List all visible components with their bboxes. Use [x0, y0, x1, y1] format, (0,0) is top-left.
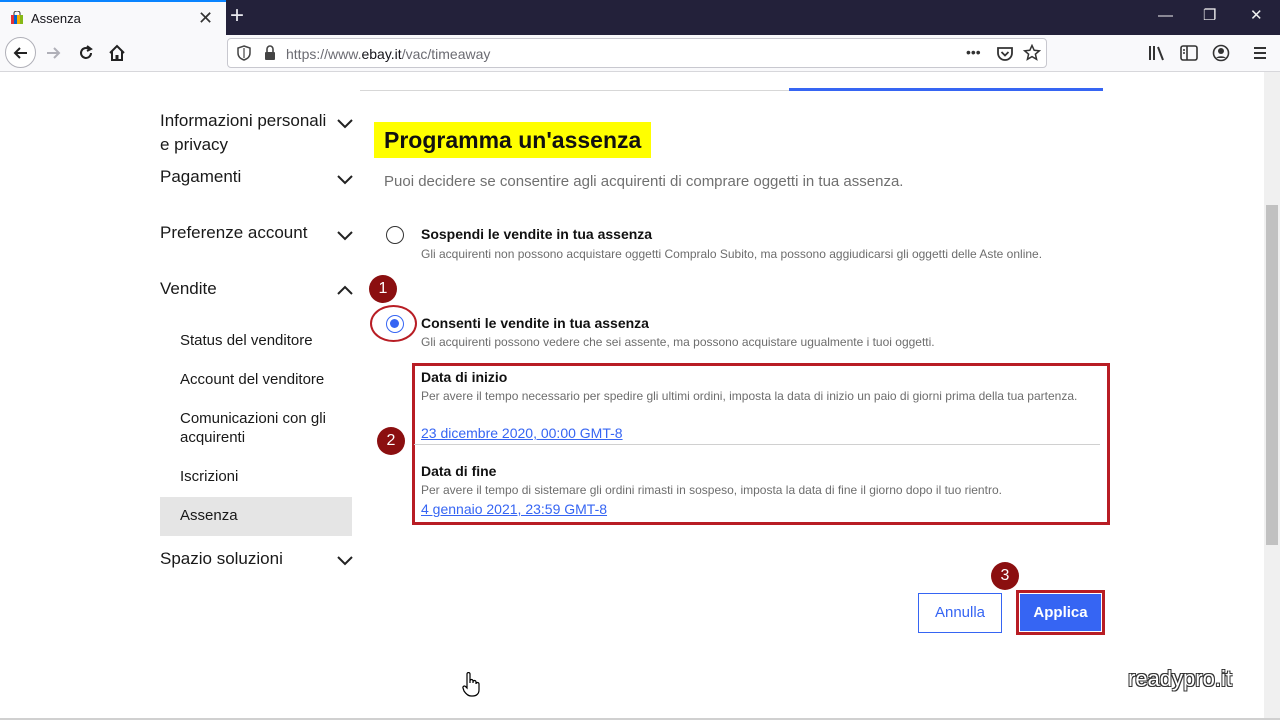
watermark: readypro.it: [1128, 666, 1232, 691]
cancel-button[interactable]: Annulla: [918, 593, 1002, 633]
step-marker-1: 1: [369, 275, 397, 303]
sidebar-item-payments[interactable]: Pagamenti: [160, 165, 241, 189]
sidebar-subitem-subscriptions[interactable]: Iscrizioni: [180, 467, 238, 486]
close-tab-icon[interactable]: ✕: [198, 7, 213, 29]
navigation-toolbar: https://www.ebay.it/vac/timeaway •••: [0, 35, 1280, 72]
pocket-icon[interactable]: [996, 45, 1014, 63]
reload-icon[interactable]: [77, 44, 95, 62]
sidebar-item-label: Preferenze account: [160, 223, 308, 242]
sidebar-item-solutions[interactable]: Spazio soluzioni: [160, 547, 283, 571]
tab-strip: Assenza ✕ + — ❐ ✕: [0, 0, 1280, 35]
forward-icon[interactable]: [44, 44, 62, 62]
sidebar-item-personal-info[interactable]: Informazioni personali e privacy: [160, 109, 326, 157]
sidebar-toggle-icon[interactable]: [1180, 45, 1198, 61]
section-tab-active-indicator: [789, 88, 1103, 91]
radio-selected-dot: [390, 319, 399, 328]
close-window-icon[interactable]: ✕: [1250, 6, 1263, 26]
menu-icon[interactable]: [1252, 45, 1268, 61]
sidebar-subitem-seller-account[interactable]: Account del venditore: [180, 370, 324, 389]
sidebar-item-label: Informazioni personali e privacy: [160, 111, 327, 154]
arrow-left-icon: [13, 47, 27, 59]
step-marker-3: 3: [991, 562, 1019, 590]
shield-icon[interactable]: [236, 45, 252, 61]
hand-cursor-icon: [462, 672, 480, 697]
restore-icon[interactable]: ❐: [1203, 6, 1216, 26]
chevron-down-icon[interactable]: [336, 174, 354, 186]
bookmark-star-icon[interactable]: [1023, 44, 1041, 62]
radio-suspend-sales[interactable]: [386, 226, 404, 244]
sidebar-item-label: Spazio soluzioni: [160, 549, 283, 568]
sidebar-item-label: Pagamenti: [160, 167, 242, 186]
sidebar-subitem-buyer-communications[interactable]: Comunicazioni con gli acquirenti: [180, 409, 326, 447]
sidebar-item-account-preferences[interactable]: Preferenze account: [160, 221, 307, 245]
start-date-link[interactable]: 23 dicembre 2020, 00:00 GMT-8: [421, 425, 623, 441]
start-date-title: Data di inizio: [421, 369, 508, 385]
chevron-down-icon[interactable]: [336, 230, 354, 242]
end-date-desc: Per avere il tempo di sistemare gli ordi…: [421, 483, 1002, 497]
url-text: https://www.ebay.it/vac/timeaway: [286, 46, 491, 62]
account-icon[interactable]: [1212, 44, 1230, 62]
divider: [414, 444, 1100, 445]
scrollbar-thumb[interactable]: [1266, 205, 1278, 545]
end-date-title: Data di fine: [421, 463, 497, 479]
sidebar-subitem-seller-status[interactable]: Status del venditore: [180, 331, 313, 350]
intro-text: Puoi decidere se consentire agli acquire…: [384, 173, 904, 190]
step-marker-2: 2: [377, 427, 405, 455]
radio-allow-sales[interactable]: [386, 315, 404, 333]
home-icon[interactable]: [108, 44, 126, 62]
end-date-link[interactable]: 4 gennaio 2021, 23:59 GMT-8: [421, 501, 607, 517]
chevron-down-icon[interactable]: [336, 118, 354, 130]
start-date-desc: Per avere il tempo necessario per spedir…: [421, 389, 1078, 403]
lock-icon[interactable]: [263, 45, 277, 61]
chevron-up-icon[interactable]: [336, 284, 354, 296]
tab-title: Assenza: [31, 11, 81, 26]
page-actions-icon[interactable]: •••: [966, 44, 981, 60]
sidebar-subitem-time-away[interactable]: Assenza: [180, 506, 238, 525]
address-bar[interactable]: https://www.ebay.it/vac/timeaway •••: [227, 38, 1047, 68]
chevron-down-icon[interactable]: [336, 555, 354, 567]
minimize-icon[interactable]: —: [1158, 6, 1173, 26]
option-allow-desc: Gli acquirenti possono vedere che sei as…: [421, 335, 935, 349]
library-icon[interactable]: [1148, 44, 1166, 62]
option-suspend-desc: Gli acquirenti non possono acquistare og…: [421, 247, 1043, 261]
sidebar-item-label: Vendite: [160, 279, 217, 298]
new-tab-button[interactable]: +: [230, 3, 244, 29]
sidebar-item-selling[interactable]: Vendite: [160, 277, 217, 301]
browser-tab-assenza[interactable]: Assenza ✕: [0, 0, 226, 35]
page-content: Informazioni personali e privacy Pagamen…: [0, 72, 1264, 718]
ebay-bag-icon: [11, 11, 23, 24]
option-suspend-title[interactable]: Sospendi le vendite in tua assenza: [421, 226, 652, 242]
back-button[interactable]: [5, 37, 36, 68]
page-title: Programma un'assenza: [374, 122, 652, 158]
option-allow-title[interactable]: Consenti le vendite in tua assenza: [421, 315, 649, 331]
apply-button[interactable]: Applica: [1020, 594, 1101, 631]
